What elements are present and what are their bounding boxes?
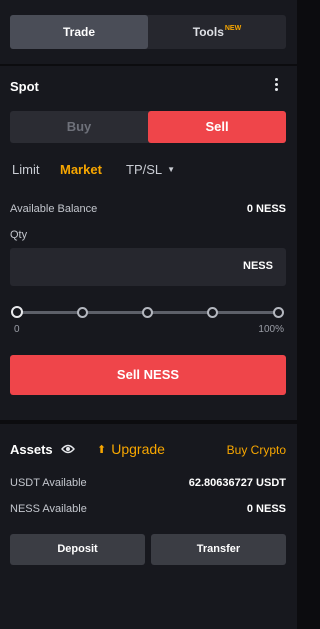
ness-available-value: 0 NESS — [246, 503, 286, 515]
spot-title: Spot — [10, 79, 39, 94]
tab-tools[interactable]: ToolsNEW — [148, 15, 286, 49]
upgrade-link[interactable]: ⬆ Upgrade — [97, 441, 165, 457]
transfer-button[interactable]: Transfer — [151, 534, 286, 565]
tab-tpsl[interactable]: TP/SL ▼ — [126, 162, 175, 177]
sell-submit-button[interactable]: Sell NESS — [10, 355, 286, 395]
slider-max-label: 100% — [258, 324, 284, 335]
sell-tab[interactable]: Sell — [148, 111, 286, 143]
tab-tools-label: Tools — [192, 25, 224, 39]
usdt-available-label: USDT Available — [10, 477, 87, 489]
qty-label: Qty — [10, 229, 28, 241]
usdt-available-row: USDT Available 62.80636727 USDT — [10, 477, 286, 489]
qty-unit: NESS — [243, 260, 273, 272]
slider-stop-0[interactable] — [11, 306, 23, 318]
usdt-available-value: 62.80636727 USDT — [188, 477, 286, 489]
slider-stop-100[interactable] — [273, 307, 284, 318]
slider-stop-50[interactable] — [142, 307, 153, 318]
spot-order-panel: Spot Buy Sell Limit Market TP/SL ▼ Availa… — [0, 66, 297, 420]
buy-tab[interactable]: Buy — [10, 111, 148, 143]
mode-toggle: Trade ToolsNEW — [10, 15, 286, 49]
assets-panel: Assets ⬆ Upgrade Buy Crypto USDT Availabl… — [0, 424, 297, 629]
mode-tabs-panel: Trade ToolsNEW — [0, 0, 297, 64]
ness-available-row: NESS Available 0 NESS — [10, 503, 286, 515]
slider-stop-25[interactable] — [77, 307, 88, 318]
ness-available-label: NESS Available — [10, 503, 87, 515]
caret-down-icon: ▼ — [167, 165, 176, 174]
eye-icon[interactable] — [61, 444, 75, 454]
qty-input[interactable]: NESS — [10, 248, 286, 286]
tab-limit[interactable]: Limit — [12, 162, 39, 177]
slider-min-label: 0 — [14, 324, 20, 335]
available-balance-row: Available Balance 0 NESS — [10, 203, 286, 215]
assets-title: Assets — [10, 442, 53, 457]
tab-trade-label: Trade — [62, 25, 95, 39]
tab-market[interactable]: Market — [60, 162, 102, 177]
side-toggle: Buy Sell — [10, 111, 286, 143]
new-badge: NEW — [224, 25, 242, 32]
upgrade-label: Upgrade — [111, 441, 165, 457]
deposit-button[interactable]: Deposit — [10, 534, 145, 565]
available-balance-value: 0 NESS — [246, 203, 286, 215]
upgrade-arrow-icon: ⬆ — [97, 444, 107, 456]
more-vertical-icon[interactable] — [270, 76, 282, 96]
available-balance-label: Available Balance — [10, 203, 98, 215]
tab-tpsl-label: TP/SL — [126, 162, 163, 177]
buy-crypto-link[interactable]: Buy Crypto — [227, 443, 286, 457]
slider-stop-75[interactable] — [207, 307, 218, 318]
qty-percent-slider[interactable] — [10, 305, 286, 321]
tab-trade[interactable]: Trade — [10, 15, 148, 49]
